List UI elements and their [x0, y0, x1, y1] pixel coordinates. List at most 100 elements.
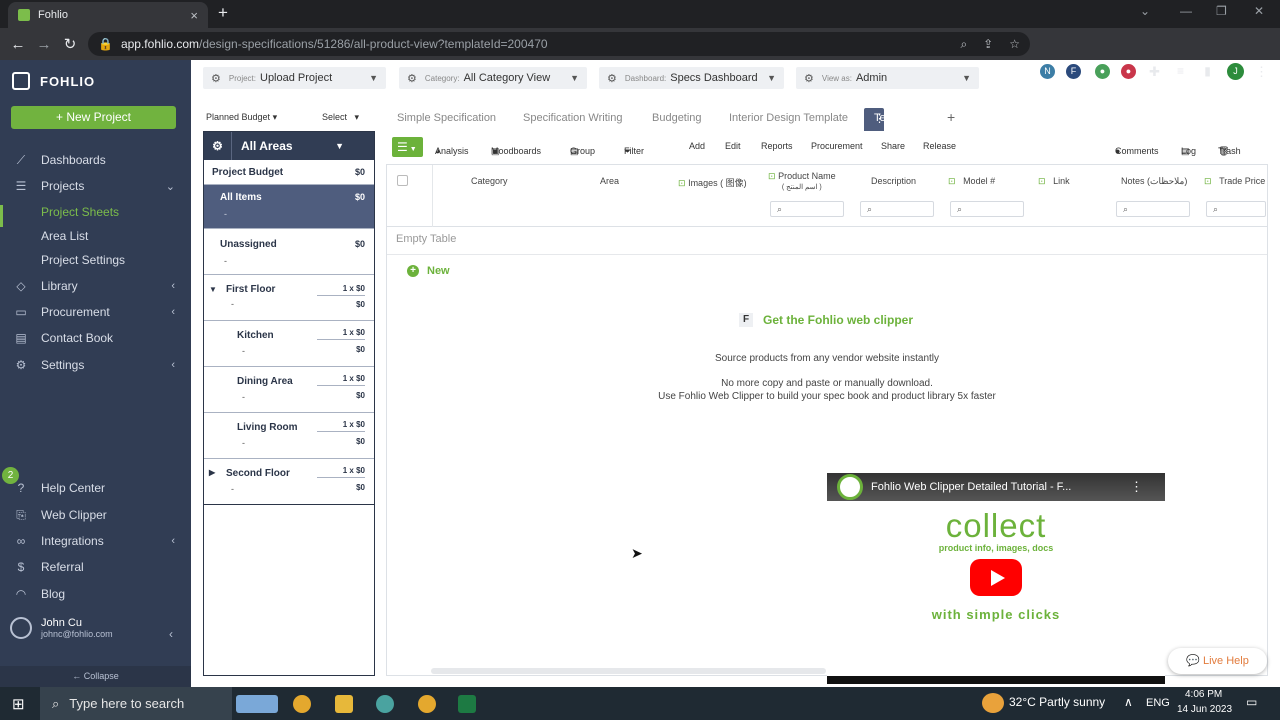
column-area[interactable]: Area: [600, 176, 619, 186]
column-description[interactable]: Description: [871, 176, 916, 186]
close-tab-icon[interactable]: ×: [190, 8, 198, 23]
column-category[interactable]: Category: [471, 176, 508, 186]
new-project-button[interactable]: + New Project: [11, 106, 176, 129]
weather-text[interactable]: 32°C Partly sunny: [1009, 695, 1105, 709]
live-help-button[interactable]: 💬 Live Help: [1168, 648, 1267, 674]
chrome-active-icon[interactable]: [418, 695, 436, 713]
caret-down-icon[interactable]: ▼: [335, 141, 344, 151]
clock-time[interactable]: 4:06 PM: [1185, 689, 1222, 700]
area-row-living-room[interactable]: Living Room 1 x $0 - $0: [204, 413, 374, 459]
planned-budget-dropdown[interactable]: Planned Budget ▾: [206, 112, 277, 123]
sidebar-item-projects[interactable]: ☰ Projects ⌄: [0, 175, 191, 197]
minimize-icon[interactable]: —: [1180, 4, 1192, 18]
tab-specification-writing[interactable]: Specification Writing: [523, 112, 622, 124]
column-notes[interactable]: Notes (ملاحظات): [1121, 176, 1187, 187]
sidebar-item-library[interactable]: ◇ Library ‹: [0, 275, 191, 297]
zoom-icon[interactable]: ⌕: [960, 37, 967, 52]
new-row-button[interactable]: + New: [407, 265, 450, 277]
sidebar-item-procurement[interactable]: ▭ Procurement ‹: [0, 301, 191, 323]
sidebar-item-integrations[interactable]: ∞ Integrations ‹: [0, 530, 191, 552]
tab-budgeting[interactable]: Budgeting: [652, 112, 702, 124]
procurement-button[interactable]: Procurement: [811, 141, 863, 151]
area-row-dining-area[interactable]: Dining Area 1 x $0 - $0: [204, 367, 374, 413]
tutorial-video[interactable]: Fohlio Web Clipper Detailed Tutorial - F…: [827, 473, 1165, 684]
back-icon[interactable]: ←: [5, 36, 31, 53]
sidebar-item-settings[interactable]: ⚙ Settings ‹: [0, 354, 191, 376]
address-bar[interactable]: 🔒 app.fohlio.com/design-specifications/5…: [88, 32, 1030, 56]
model-search-input[interactable]: ⌕: [950, 201, 1024, 217]
share-icon[interactable]: ⇪: [983, 37, 993, 51]
sidebar-item-contact-book[interactable]: ▤ Contact Book: [0, 327, 191, 349]
sidebar-item-project-settings[interactable]: Project Settings: [0, 249, 191, 271]
play-button[interactable]: [970, 559, 1022, 596]
column-images[interactable]: ⊡ Images ( 图像): [678, 176, 747, 189]
sidebar-item-help-center[interactable]: ? Help Center: [0, 477, 191, 499]
sidebar-item-web-clipper[interactable]: ⎘ Web Clipper: [0, 504, 191, 526]
area-row-second-floor[interactable]: ▶ Second Floor 1 x $0 - $0: [204, 459, 374, 505]
app-icon[interactable]: [376, 695, 394, 713]
browser-tab[interactable]: Fohlio ×: [8, 2, 208, 28]
area-row-unassigned[interactable]: Unassigned $0 -: [204, 229, 374, 275]
expand-right-icon[interactable]: ▶: [209, 468, 215, 477]
chrome-icon[interactable]: [293, 695, 311, 713]
area-row-kitchen[interactable]: Kitchen 1 x $0 - $0: [204, 321, 374, 367]
reading-list-icon[interactable]: ≡: [1173, 64, 1188, 79]
notifications-icon[interactable]: ▭: [1246, 695, 1257, 709]
add-button[interactable]: Add: [689, 141, 705, 151]
web-clipper-link[interactable]: F Get the Fohlio web clipper: [739, 313, 913, 327]
chevron-left-icon[interactable]: ‹: [169, 627, 173, 641]
gear-icon[interactable]: ⚙: [204, 132, 232, 160]
collapse-sidebar-button[interactable]: ← Collapse: [0, 666, 191, 687]
areas-title[interactable]: All Areas: [232, 139, 293, 153]
fohlio-logo[interactable]: FOHLIO: [12, 72, 95, 90]
column-product-name[interactable]: ⊡ Product Name ( اسم المنتج ): [768, 171, 836, 193]
select-dropdown[interactable]: Select ▾: [322, 112, 359, 123]
close-window-icon[interactable]: ✕: [1254, 4, 1264, 18]
expand-down-icon[interactable]: ▼: [209, 285, 217, 294]
share-button[interactable]: Share: [881, 141, 905, 151]
notes-search-input[interactable]: ⌕: [1116, 201, 1190, 217]
new-tab-icon[interactable]: +: [218, 3, 228, 23]
select-all-checkbox[interactable]: [397, 175, 408, 186]
sidebar-item-dashboards[interactable]: ⟋ Dashboards: [0, 149, 191, 171]
weather-icon[interactable]: [982, 693, 1004, 713]
file-explorer-icon[interactable]: [335, 695, 353, 713]
reports-button[interactable]: Reports: [761, 141, 793, 151]
category-filter[interactable]: ⚙ Category: All Category View ▼: [399, 67, 587, 89]
release-button[interactable]: Release: [923, 141, 956, 151]
sidebar-item-referral[interactable]: $ Referral: [0, 556, 191, 578]
profile-avatar-icon[interactable]: J: [1227, 63, 1244, 80]
extension-n-icon[interactable]: N: [1040, 64, 1055, 79]
area-row-all-items[interactable]: All Items $0 -: [204, 185, 374, 229]
excel-icon[interactable]: [458, 695, 476, 713]
forward-icon[interactable]: →: [31, 36, 57, 53]
bookmark-star-icon[interactable]: ☆: [1009, 37, 1020, 51]
tab-test-phase[interactable]: Test Phase ⋮: [864, 108, 928, 131]
search-highlight-icon[interactable]: [236, 695, 278, 713]
reload-icon[interactable]: ↻: [57, 35, 83, 53]
horizontal-scrollbar[interactable]: [431, 668, 826, 674]
project-filter[interactable]: ⚙ Project: Upload Project ▼: [203, 67, 386, 89]
area-row-first-floor[interactable]: ▼ First Floor 1 x $0 - $0: [204, 275, 374, 321]
extensions-puzzle-icon[interactable]: ✚: [1147, 64, 1162, 79]
column-trade-price[interactable]: ⊡ Trade Price: [1204, 176, 1265, 187]
column-link[interactable]: ⊡ Link: [1038, 176, 1070, 187]
maximize-icon[interactable]: ❐: [1216, 4, 1227, 18]
sidebar-item-project-sheets[interactable]: Project Sheets: [0, 201, 191, 223]
tab-search-icon[interactable]: ⌄: [1140, 4, 1150, 18]
clock-date[interactable]: 14 Jun 2023: [1177, 704, 1232, 715]
tab-menu-icon[interactable]: ⋮: [874, 112, 885, 125]
tab-simple-specification[interactable]: Simple Specification: [397, 112, 496, 124]
tray-chevron-icon[interactable]: ∧: [1124, 695, 1133, 709]
product-name-search-input[interactable]: ⌕: [770, 201, 844, 217]
sidebar-item-area-list[interactable]: Area List: [0, 225, 191, 247]
extension-green-icon[interactable]: ●: [1095, 64, 1110, 79]
sidebar-item-blog[interactable]: ◠ Blog: [0, 583, 191, 605]
more-options-icon[interactable]: ⋮: [1130, 479, 1143, 495]
extension-f-icon[interactable]: F: [1066, 64, 1081, 79]
edit-button[interactable]: Edit: [725, 141, 741, 151]
dashboard-filter[interactable]: ⚙ Dashboard: Specs Dashboard ▼: [599, 67, 784, 89]
user-profile[interactable]: John Cu johnc@fohlio.com: [10, 617, 113, 639]
description-search-input[interactable]: ⌕: [860, 201, 934, 217]
trade-price-search-input[interactable]: ⌕: [1206, 201, 1266, 217]
